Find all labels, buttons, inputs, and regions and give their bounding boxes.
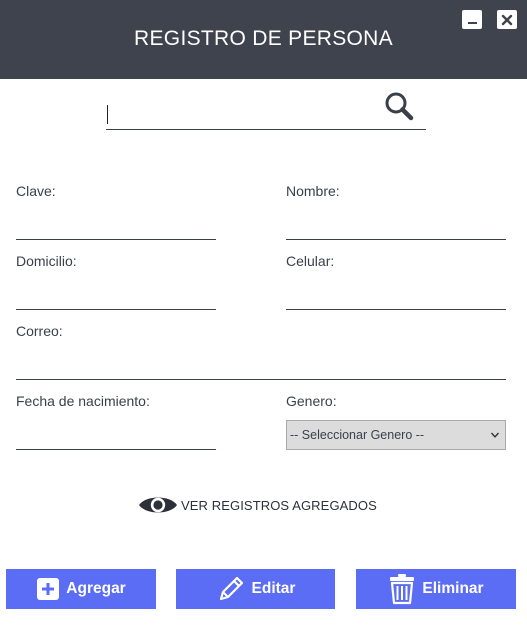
celular-label: Celular: [286,253,335,269]
text-cursor [107,105,108,124]
view-records-label: VER REGISTROS AGREGADOS [181,497,377,513]
delete-button[interactable]: Eliminar [356,569,516,609]
correo-label: Correo: [16,323,63,339]
edit-button-label: Editar [251,580,296,597]
fecha-label: Fecha de nacimiento: [16,393,150,409]
window-title: REGISTRO DE PERSONA [134,27,393,50]
search-icon[interactable] [382,89,418,125]
domicilio-field[interactable] [16,282,216,310]
add-button[interactable]: Agregar [6,569,156,609]
genero-select[interactable]: -- Seleccionar Genero -- [286,420,506,450]
trash-icon [388,573,416,605]
pencil-icon [216,574,246,604]
clave-label: Clave: [16,183,56,199]
minimize-icon [467,22,477,24]
nombre-field[interactable] [286,212,506,240]
chevron-down-icon [490,432,500,438]
add-button-label: Agregar [66,580,126,597]
genero-selected-value: -- Seleccionar Genero -- [290,428,425,442]
plus-square-icon [36,577,60,601]
genero-label: Genero: [286,393,337,409]
minimize-button[interactable] [462,10,482,29]
close-icon [501,14,513,25]
edit-button[interactable]: Editar [176,569,335,609]
nombre-label: Nombre: [286,183,340,199]
fecha-nacimiento-field[interactable] [16,422,216,450]
delete-button-label: Eliminar [422,580,484,597]
close-button[interactable] [497,10,517,29]
celular-field[interactable] [286,282,506,310]
search-input[interactable] [106,100,376,128]
correo-field[interactable] [16,352,506,380]
eye-icon [139,497,177,513]
clave-field[interactable] [16,212,216,240]
view-records-link[interactable]: VER REGISTROS AGREGADOS [137,490,377,520]
title-bar: REGISTRO DE PERSONA [0,0,527,79]
domicilio-label: Domicilio: [16,253,77,269]
search-bar [106,88,426,130]
